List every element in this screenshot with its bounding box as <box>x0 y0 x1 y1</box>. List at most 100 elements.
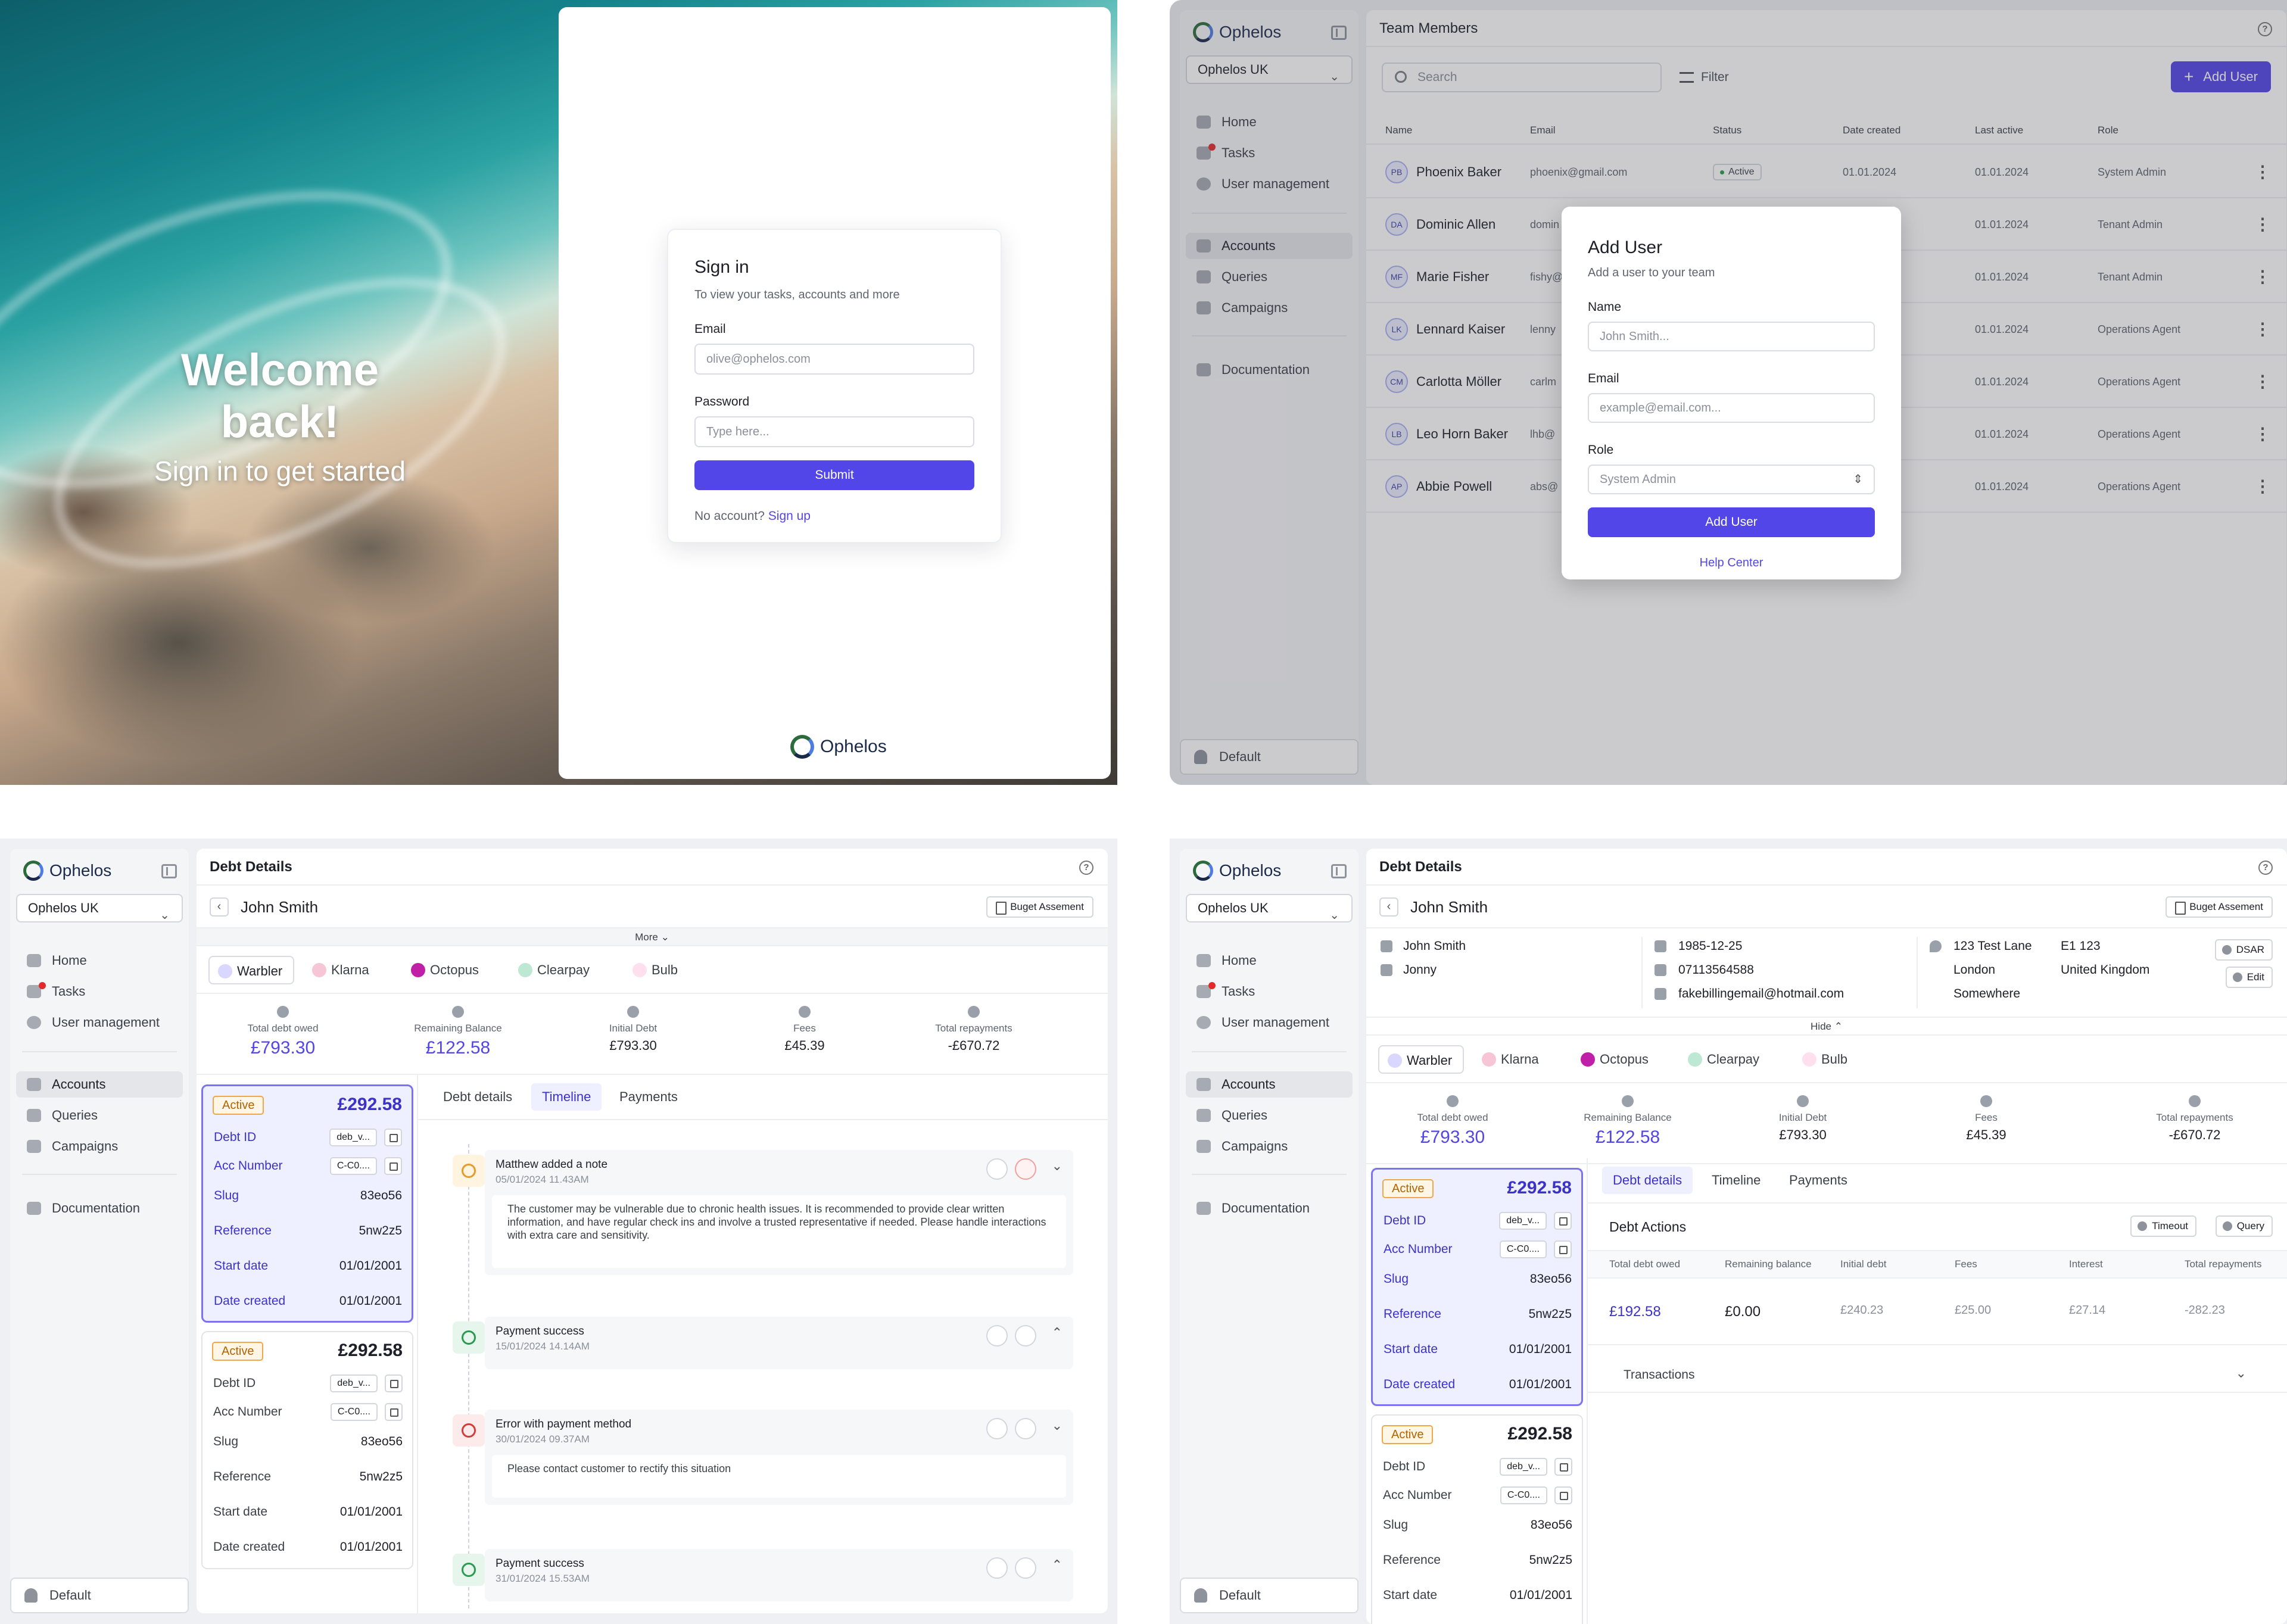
timeout-button[interactable]: Timeout <box>2130 1215 2196 1237</box>
debt-card[interactable]: Active £292.58 Debt ID deb_v... Acc Number C-… <box>201 1331 413 1569</box>
copy-icon[interactable] <box>384 1157 402 1175</box>
more-options-icon[interactable]: ⋮ <box>2254 303 2271 356</box>
add-user-button[interactable]: + Add User <box>2171 61 2271 92</box>
tab-creditor-klarna[interactable]: Klarna <box>304 956 380 984</box>
hide-toggle[interactable]: Hide ⌃ <box>1366 1018 2287 1036</box>
filter-button[interactable]: Filter <box>1677 63 1729 92</box>
edit-note-icon[interactable] <box>986 1557 1008 1579</box>
tab-creditor-clearpay[interactable]: Clearpay <box>510 956 600 984</box>
org-select[interactable]: Ophelos UK ⌄ <box>1186 55 1353 84</box>
back-button[interactable]: ‹ <box>210 897 229 917</box>
tab-debt-details[interactable]: Debt details <box>1602 1167 1693 1194</box>
tab-creditor-bulb[interactable]: Bulb <box>1794 1045 1858 1074</box>
copy-icon[interactable] <box>385 1374 403 1392</box>
more-options-icon[interactable]: ⋮ <box>2254 198 2271 251</box>
budget-assessment-button[interactable]: Buget Assement <box>2166 896 2273 918</box>
tab-creditor-klarna[interactable]: Klarna <box>1473 1045 1550 1074</box>
sidebar-item-user-management[interactable]: User management <box>1186 171 1353 197</box>
edit-note-icon[interactable] <box>986 1325 1008 1346</box>
org-select[interactable]: Ophelos UK ⌄ <box>16 894 183 922</box>
chevron-down-icon[interactable]: ⌄ <box>1052 1418 1063 1433</box>
help-icon[interactable]: ? <box>2258 861 2273 875</box>
profile-switcher[interactable]: Default <box>1180 1578 1359 1613</box>
role-select[interactable]: System Admin ⇕ <box>1588 465 1875 494</box>
tab-creditor-warbler[interactable]: Warbler <box>1378 1045 1465 1074</box>
collapse-sidebar-icon[interactable] <box>161 864 177 878</box>
collapse-sidebar-icon[interactable] <box>1331 26 1347 40</box>
sidebar-item-accounts[interactable]: Accounts <box>16 1071 183 1098</box>
copy-icon[interactable] <box>1554 1212 1572 1230</box>
sidebar-item-user-management[interactable]: User management <box>16 1009 183 1036</box>
copy-icon[interactable] <box>1554 1458 1572 1476</box>
debt-card[interactable]: Active £292.58 Debt ID deb_v... Acc Number C-… <box>201 1084 413 1323</box>
edit-button[interactable]: Edit <box>2225 967 2273 988</box>
flag-icon[interactable] <box>1015 1418 1036 1439</box>
tab-creditor-octopus[interactable]: Octopus <box>1572 1045 1659 1074</box>
signup-link[interactable]: Sign up <box>768 509 811 523</box>
more-options-icon[interactable]: ⋮ <box>2254 146 2271 198</box>
tab-payments[interactable]: Payments <box>1778 1167 1858 1194</box>
sidebar-item-queries[interactable]: Queries <box>1186 264 1353 290</box>
more-options-icon[interactable]: ⋮ <box>2254 356 2271 408</box>
name-field[interactable]: John Smith... <box>1588 322 1875 351</box>
tab-creditor-warbler[interactable]: Warbler <box>208 956 295 984</box>
help-center-link[interactable]: Help Center <box>1588 556 1875 570</box>
email-field[interactable]: example@email.com... <box>1588 393 1875 423</box>
tab-creditor-octopus[interactable]: Octopus <box>403 956 490 984</box>
dsar-button[interactable]: DSAR <box>2214 939 2273 961</box>
email-field[interactable]: olive@ophelos.com <box>694 344 974 375</box>
search-input[interactable]: Search <box>1382 63 1662 92</box>
sidebar-item-queries[interactable]: Queries <box>1186 1102 1353 1129</box>
copy-icon[interactable] <box>385 1403 403 1421</box>
sidebar-item-home[interactable]: Home <box>16 947 183 974</box>
transactions-toggle[interactable]: Transactions ⌄ <box>1588 1357 2287 1393</box>
org-select[interactable]: Ophelos UK ⌄ <box>1186 894 1353 922</box>
tab-creditor-clearpay[interactable]: Clearpay <box>1680 1045 1770 1074</box>
copy-icon[interactable] <box>384 1129 402 1146</box>
edit-note-icon[interactable] <box>986 1418 1008 1439</box>
profile-switcher[interactable]: Default <box>10 1578 189 1613</box>
sidebar-item-accounts[interactable]: Accounts <box>1186 1071 1353 1098</box>
sidebar-item-home[interactable]: Home <box>1186 947 1353 974</box>
sidebar-item-queries[interactable]: Queries <box>16 1102 183 1129</box>
sidebar-item-documentation[interactable]: Documentation <box>1186 357 1353 383</box>
tab-timeline[interactable]: Timeline <box>1701 1167 1771 1194</box>
tab-debt-details[interactable]: Debt details <box>432 1083 523 1111</box>
sidebar-item-tasks[interactable]: Tasks <box>1186 140 1353 166</box>
more-options-icon[interactable]: ⋮ <box>2254 251 2271 303</box>
more-options-icon[interactable]: ⋮ <box>2254 460 2271 513</box>
back-button[interactable]: ‹ <box>1379 897 1398 917</box>
more-toggle[interactable]: More ⌄ <box>197 928 1108 946</box>
table-row[interactable]: PB Phoenix Baker phoenix@gmail.com Active 01… <box>1366 146 2286 198</box>
chevron-up-icon[interactable]: ⌃ <box>1052 1325 1063 1341</box>
chevron-up-icon[interactable]: ⌃ <box>1052 1557 1063 1573</box>
password-field[interactable]: Type here... <box>694 416 974 447</box>
chevron-down-icon[interactable]: ⌄ <box>1052 1158 1063 1174</box>
debt-card[interactable]: Active £292.58 Debt ID deb_v... Acc Number C-… <box>1371 1168 1583 1406</box>
tab-creditor-bulb[interactable]: Bulb <box>624 956 688 984</box>
sidebar-item-tasks[interactable]: Tasks <box>1186 978 1353 1005</box>
edit-note-icon[interactable] <box>986 1158 1008 1180</box>
copy-icon[interactable] <box>1554 1240 1572 1258</box>
flag-icon[interactable] <box>1015 1557 1036 1579</box>
add-user-submit-button[interactable]: Add User <box>1588 507 1875 537</box>
submit-button[interactable]: Submit <box>694 460 974 490</box>
sidebar-item-campaigns[interactable]: Campaigns <box>1186 1133 1353 1159</box>
tab-payments[interactable]: Payments <box>609 1083 688 1111</box>
sidebar-item-documentation[interactable]: Documentation <box>16 1195 183 1221</box>
collapse-sidebar-icon[interactable] <box>1331 864 1347 878</box>
sidebar-item-campaigns[interactable]: Campaigns <box>1186 295 1353 321</box>
budget-assessment-button[interactable]: Buget Assement <box>986 896 1093 918</box>
profile-switcher[interactable]: Default <box>1180 739 1359 775</box>
sidebar-item-accounts[interactable]: Accounts <box>1186 233 1353 259</box>
sidebar-item-home[interactable]: Home <box>1186 109 1353 135</box>
more-options-icon[interactable]: ⋮ <box>2254 408 2271 460</box>
debt-card[interactable]: Active £292.58 Debt ID deb_v... Acc Number C-… <box>1371 1414 1583 1624</box>
query-button[interactable]: Query <box>2215 1215 2273 1237</box>
sidebar-item-tasks[interactable]: Tasks <box>16 978 183 1005</box>
flag-icon[interactable] <box>1015 1325 1036 1346</box>
help-icon[interactable]: ? <box>2258 22 2272 36</box>
tab-timeline[interactable]: Timeline <box>531 1083 602 1111</box>
sidebar-item-campaigns[interactable]: Campaigns <box>16 1133 183 1159</box>
help-icon[interactable]: ? <box>1079 861 1093 875</box>
